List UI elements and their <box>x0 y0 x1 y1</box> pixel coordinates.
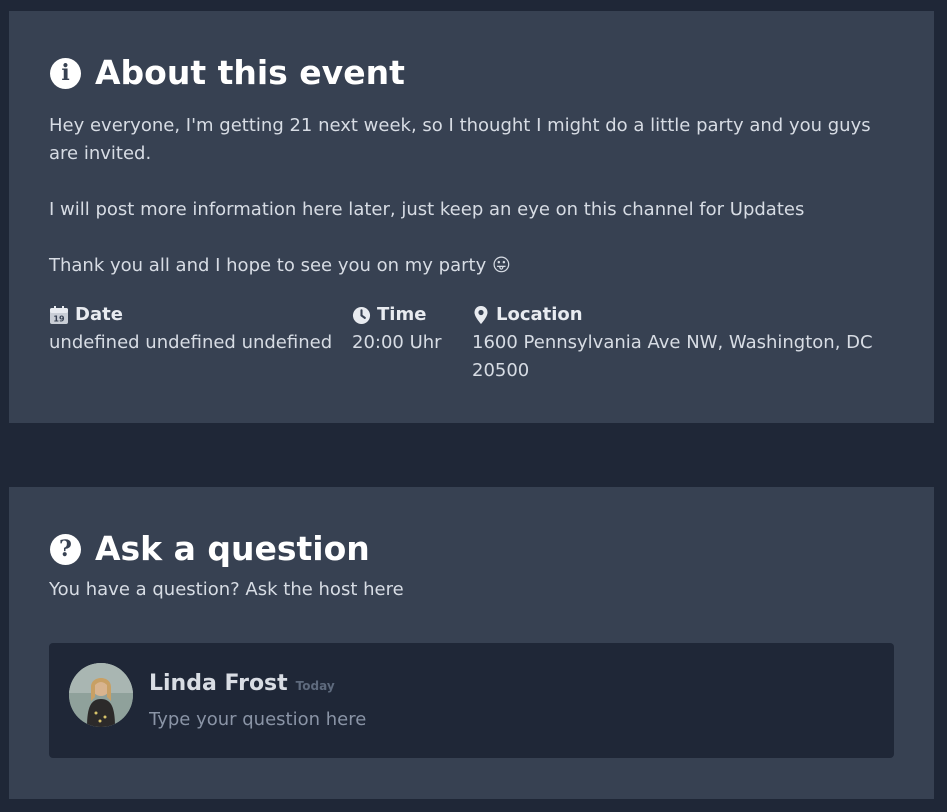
location-label: Location <box>496 304 583 325</box>
clock-icon <box>352 306 371 325</box>
date-value: undefined undefined undefined <box>49 332 333 353</box>
ask-title: Ask a question <box>95 529 370 568</box>
ask-question-card: ? Ask a question You have a question? As… <box>9 487 934 799</box>
description-paragraph: Hey everyone, I'm getting 21 next week, … <box>49 115 871 164</box>
ask-subtitle: You have a question? Ask the host here <box>49 579 404 600</box>
time-value: 20:00 Uhr <box>352 332 442 353</box>
time-label: Time <box>377 304 427 325</box>
date-label: Date <box>75 304 123 325</box>
about-title: About this event <box>95 53 405 92</box>
timestamp: Today <box>295 679 335 693</box>
event-description: Hey everyone, I'm getting 21 next week, … <box>49 112 899 280</box>
about-event-card: i About this event Hey everyone, I'm get… <box>9 11 934 423</box>
question-icon: ? <box>50 533 81 565</box>
user-name-text: Linda Frost <box>149 671 288 696</box>
user-name: Linda Frost Today <box>149 671 335 696</box>
time-info: Time 20:00 Uhr <box>352 301 462 357</box>
location-value: 1600 Pennsylvania Ave NW, Washington, DC… <box>472 332 873 381</box>
calendar-icon: 19 <box>49 305 69 325</box>
date-info: 19 Date undefined undefined undefined <box>49 301 339 357</box>
about-heading: i About this event <box>50 53 405 93</box>
map-pin-icon <box>472 305 490 325</box>
location-info: Location 1600 Pennsylvania Ave NW, Washi… <box>472 301 892 385</box>
ask-heading: ? Ask a question <box>50 529 370 569</box>
question-composer[interactable]: Linda Frost Today <box>49 643 894 758</box>
description-paragraph: Thank you all and I hope to see you on m… <box>49 255 511 276</box>
info-icon: i <box>50 57 81 89</box>
question-input[interactable] <box>149 704 849 734</box>
avatar <box>69 663 133 727</box>
description-paragraph: I will post more information here later,… <box>49 199 805 220</box>
svg-text:19: 19 <box>53 315 65 324</box>
